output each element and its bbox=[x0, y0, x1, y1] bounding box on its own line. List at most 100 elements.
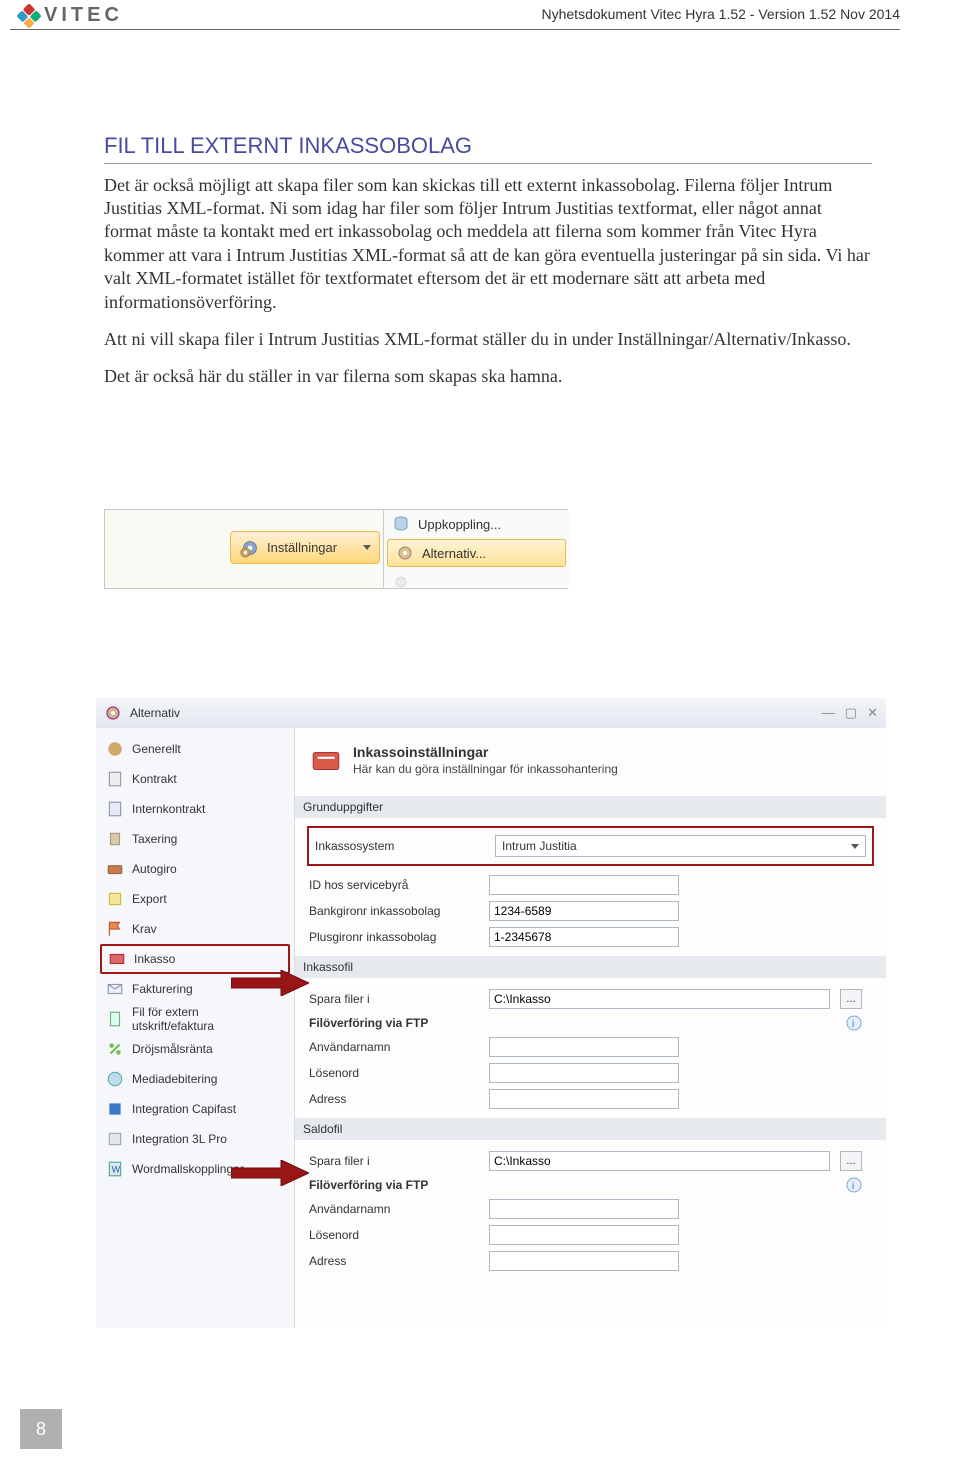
brand-logo: VITEC bbox=[20, 4, 123, 27]
screenshot-ribbon-menu: Inställningar Uppkoppling... Alternativ.… bbox=[104, 509, 568, 589]
label-spara1: Spara filer i bbox=[309, 992, 479, 1006]
paragraph-3: Det är också här du ställer in var filer… bbox=[104, 365, 872, 388]
input-spara2[interactable] bbox=[489, 1151, 830, 1171]
section-heading: FIL TILL EXTERNT INKASSOBOLAG bbox=[104, 132, 872, 164]
sidebar-label: Integration Capifast bbox=[132, 1102, 236, 1116]
input-bankgiro[interactable] bbox=[489, 901, 679, 921]
dropdown-value: Intrum Justitia bbox=[502, 839, 577, 853]
paragraph-2: Att ni vill skapa filer i Intrum Justiti… bbox=[104, 328, 872, 351]
menu-item-alternativ-label: Alternativ... bbox=[422, 546, 486, 561]
sidebar-label: Mediadebitering bbox=[132, 1072, 217, 1086]
sidebar-label: Internkontrakt bbox=[132, 802, 205, 816]
menu-item-uppkoppling[interactable]: Uppkoppling... bbox=[384, 510, 569, 538]
sidebar-item-kontrakt[interactable]: Kontrakt bbox=[96, 764, 294, 794]
sidebar-item-drojsmal[interactable]: Dröjsmålsränta bbox=[96, 1034, 294, 1064]
sidebar-label: Krav bbox=[132, 922, 157, 936]
menu-item-extra[interactable] bbox=[384, 568, 569, 596]
sidebar-item-krav[interactable]: Krav bbox=[96, 914, 294, 944]
maximize-button[interactable]: ▢ bbox=[845, 705, 857, 721]
section-grunduppgifter: Grunduppgifter bbox=[295, 796, 886, 818]
sidebar-label: Wordmallskopplingar bbox=[132, 1162, 244, 1176]
page-header: VITEC Nyhetsdokument Vitec Hyra 1.52 - V… bbox=[10, 4, 900, 30]
label-ftp1: Filöverföring via FTP bbox=[309, 1016, 428, 1030]
page-number: 8 bbox=[20, 1409, 62, 1449]
dropdown-inkassosystem[interactable]: Intrum Justitia bbox=[495, 835, 866, 857]
export-icon bbox=[106, 890, 124, 908]
window-title: Alternativ bbox=[130, 706, 180, 720]
browse-button-2[interactable]: ... bbox=[840, 1151, 862, 1171]
input-addr2[interactable] bbox=[489, 1251, 679, 1271]
capifast-icon bbox=[106, 1100, 124, 1118]
percent-icon bbox=[106, 1040, 124, 1058]
inkasso-header-icon bbox=[309, 744, 343, 778]
callout-arrow-1 bbox=[231, 970, 309, 996]
label-pwd1: Lösenord bbox=[309, 1066, 479, 1080]
label-plusgiro: Plusgironr inkassobolag bbox=[309, 930, 479, 944]
sidebar-item-generellt[interactable]: Generellt bbox=[96, 734, 294, 764]
input-idservicebyra[interactable] bbox=[489, 875, 679, 895]
vitec-mark-icon bbox=[16, 3, 41, 28]
sidebar-item-taxering[interactable]: Taxering bbox=[96, 824, 294, 854]
info-icon[interactable]: i bbox=[846, 1015, 862, 1031]
screenshot-alternativ-window: Alternativ — ▢ ✕ Generellt Kontrakt Inte… bbox=[96, 698, 886, 1328]
panel-subtitle: Här kan du göra inställningar för inkass… bbox=[353, 762, 618, 776]
panel-header: Inkassoinställningar Här kan du göra ins… bbox=[309, 738, 872, 790]
panel-title: Inkassoinställningar bbox=[353, 744, 618, 760]
sidebar-label: Generellt bbox=[132, 742, 181, 756]
svg-text:i: i bbox=[852, 1019, 854, 1030]
input-addr1[interactable] bbox=[489, 1089, 679, 1109]
paragraph-1: Det är också möjligt att skapa filer som… bbox=[104, 174, 872, 314]
svg-text:W: W bbox=[112, 1164, 121, 1174]
label-idservicebyra: ID hos servicebyrå bbox=[309, 878, 479, 892]
window-buttons: — ▢ ✕ bbox=[822, 705, 878, 721]
sidebar-item-capifast[interactable]: Integration Capifast bbox=[96, 1094, 294, 1124]
input-plusgiro[interactable] bbox=[489, 927, 679, 947]
label-spara2: Spara filer i bbox=[309, 1154, 479, 1168]
sidebar-item-externfil[interactable]: Fil för extern utskrift/efaktura bbox=[96, 1004, 294, 1034]
label-inkassosystem: Inkassosystem bbox=[315, 839, 485, 853]
file-icon bbox=[106, 1010, 124, 1028]
input-user2[interactable] bbox=[489, 1199, 679, 1219]
3l-icon bbox=[106, 1130, 124, 1148]
doc2-icon bbox=[106, 800, 124, 818]
dropdown-caret-icon bbox=[851, 844, 859, 849]
label-pwd2: Lösenord bbox=[309, 1228, 479, 1242]
gear2-icon bbox=[392, 573, 410, 591]
settings-button[interactable]: Inställningar bbox=[230, 531, 380, 564]
sidebar-label: Export bbox=[132, 892, 167, 906]
input-spara1[interactable] bbox=[489, 989, 830, 1009]
generic-icon bbox=[106, 740, 124, 758]
input-pwd2[interactable] bbox=[489, 1225, 679, 1245]
input-user1[interactable] bbox=[489, 1037, 679, 1057]
label-ftp2: Filöverföring via FTP bbox=[309, 1178, 428, 1192]
brand-name: VITEC bbox=[44, 4, 123, 27]
sidebar-label: Fakturering bbox=[132, 982, 193, 996]
sidebar-item-autogiro[interactable]: Autogiro bbox=[96, 854, 294, 884]
flag-icon bbox=[106, 920, 124, 938]
label-addr1: Adress bbox=[309, 1092, 479, 1106]
window-gear-icon bbox=[104, 704, 122, 722]
callout-arrow-2 bbox=[231, 1160, 309, 1186]
sidebar-item-export[interactable]: Export bbox=[96, 884, 294, 914]
highlight-inkassosystem: Inkassosystem Intrum Justitia bbox=[307, 826, 874, 866]
minimize-button[interactable]: — bbox=[822, 705, 835, 721]
input-pwd1[interactable] bbox=[489, 1063, 679, 1083]
building-icon bbox=[106, 830, 124, 848]
sidebar-item-3lpro[interactable]: Integration 3L Pro bbox=[96, 1124, 294, 1154]
media-icon bbox=[106, 1070, 124, 1088]
close-button[interactable]: ✕ bbox=[867, 705, 878, 721]
sidebar-label: Autogiro bbox=[132, 862, 177, 876]
browse-button-1[interactable]: ... bbox=[840, 989, 862, 1009]
sidebar-item-media[interactable]: Mediadebitering bbox=[96, 1064, 294, 1094]
wallet-icon bbox=[106, 860, 124, 878]
sidebar-label: Taxering bbox=[132, 832, 177, 846]
window-titlebar: Alternativ — ▢ ✕ bbox=[96, 698, 886, 728]
label-addr2: Adress bbox=[309, 1254, 479, 1268]
document-title: Nyhetsdokument Vitec Hyra 1.52 - Version… bbox=[542, 6, 901, 22]
menu-item-alternativ[interactable]: Alternativ... bbox=[387, 539, 566, 567]
info-icon[interactable]: i bbox=[846, 1177, 862, 1193]
menu-item-uppkoppling-label: Uppkoppling... bbox=[418, 517, 501, 532]
alternativ-sidebar: Generellt Kontrakt Internkontrakt Taxeri… bbox=[96, 728, 294, 1328]
sidebar-item-internkontrakt[interactable]: Internkontrakt bbox=[96, 794, 294, 824]
label-user2: Användarnamn bbox=[309, 1202, 479, 1216]
